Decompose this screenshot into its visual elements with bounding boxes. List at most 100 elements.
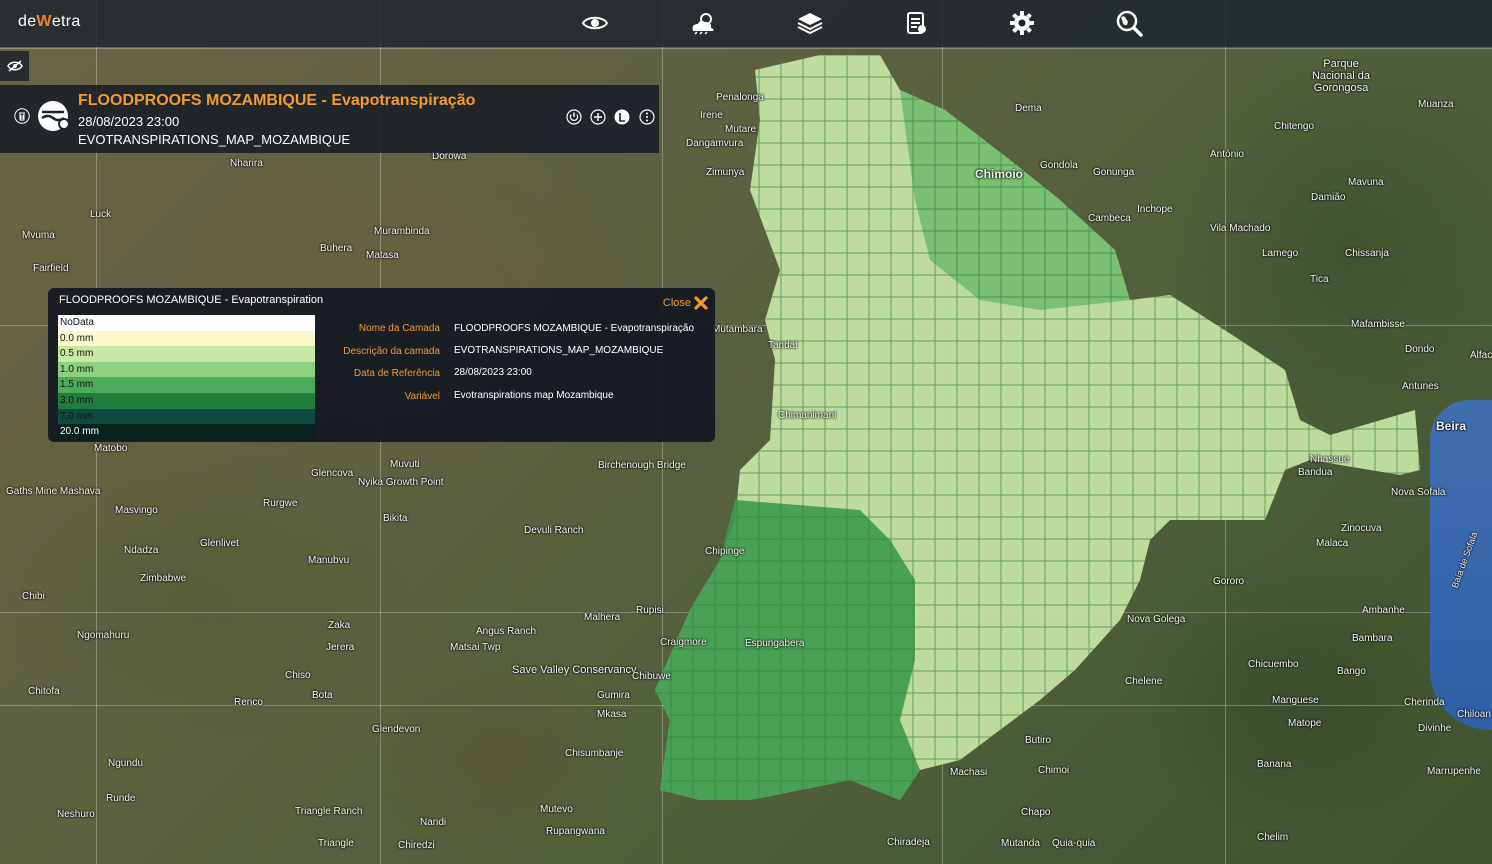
place-label: Mutare [725,124,757,135]
report-icon[interactable] [900,8,932,38]
toggle-panel-button[interactable] [0,51,29,81]
place-label: Chelene [1125,676,1163,687]
weather-icon[interactable] [687,8,719,38]
place-label: Damião [1311,192,1346,203]
place-label: Antunes [1402,381,1439,392]
app-logo[interactable]: deWetra [18,13,81,31]
gear-icon[interactable] [1006,8,1038,38]
place-label: Ambanhe [1362,605,1405,616]
field-value: EVOTRANSPIRATIONS_MAP_MOZAMBIQUE [454,345,664,356]
place-label: Muanza [1418,99,1454,110]
close-label: Close [662,297,691,309]
place-label: Zaka [328,620,351,631]
place-label: Chiso [285,670,311,681]
place-label: Cambeca [1088,213,1131,224]
place-label: Gondola [1040,160,1078,171]
layer-date: 28/08/2023 23:00 [78,114,180,129]
place-label: Tica [1310,274,1329,285]
place-label: Chitengo [1274,121,1315,132]
place-label: Ngomahuru [77,630,130,641]
place-label: Mvuma [22,230,55,241]
legend-scale-row: 0.0 mm [58,330,315,347]
place-label: Neshuro [57,809,95,820]
place-label: Chibuwe [632,671,671,682]
place-label: Chimanimani [778,410,837,421]
place-label: Ndadza [124,545,159,556]
place-label: Glencova [311,468,354,479]
place-label: Chicuembo [1248,659,1299,670]
place-label: Chiredzi [398,840,435,851]
field-label: Nome da Camada [358,323,440,334]
place-label: Nova Golega [1127,614,1186,625]
place-label: Save Valley Conservancy [512,664,637,676]
field-value: FLOODPROOFS MOZAMBIQUE - Evapotranspiraç… [454,323,695,334]
place-label: Runde [106,793,136,804]
place-label: Chibi [22,591,45,602]
place-label: Bambara [1352,633,1393,644]
place-label: Lamego [1262,248,1299,259]
legend-popup: FLOODPROOFS MOZAMBIQUE - Evapotranspirat… [48,288,715,442]
place-label: Bandua [1298,467,1333,478]
place-label: Parque Nacional da Gorongosa [1311,58,1371,94]
legend-title: FLOODPROOFS MOZAMBIQUE - Evapotranspirat… [59,294,324,306]
eye-icon[interactable] [579,8,611,38]
place-label: Chapo [1021,807,1051,818]
place-label: Chimoi [1038,765,1070,776]
power-icon[interactable] [566,109,582,125]
place-label: Mkasa [597,709,627,720]
trash-icon[interactable] [13,107,31,125]
place-label: Chitofa [28,686,60,697]
place-label: Matope [1288,718,1322,729]
active-layer-card: FLOODPROOFS MOZAMBIQUE - Evapotranspiraç… [0,85,659,153]
legend-icon[interactable] [614,109,630,125]
place-label: Masvingo [115,505,158,516]
place-label: Mafambisse [1351,319,1405,330]
globe-search-icon[interactable] [1113,8,1145,38]
place-label: Chisumbanje [565,748,624,759]
place-label: Angus Ranch [476,626,537,637]
place-label: Bota [312,690,333,701]
place-label: Matasa [366,250,399,261]
place-label: Craigmore [660,637,707,648]
place-label: Luck [90,209,112,220]
place-label: Zinocuva [1341,523,1382,534]
field-label: Descrição da camada [343,346,440,357]
place-label: Nharira [230,158,263,169]
place-label: Nova Sofala [1391,487,1446,498]
zoom-to-layer-icon[interactable] [590,109,606,125]
place-label: Manguese [1272,695,1319,706]
legend-scale-row: 1.5 mm [58,377,315,393]
layer-title: FLOODPROOFS MOZAMBIQUE - Evapotranspiraç… [78,92,476,109]
place-label: Mavuna [1348,177,1384,188]
close-icon [694,296,708,310]
more-options-icon[interactable] [639,109,655,125]
place-label: Rurgwe [263,498,298,509]
place-label: Mutambara [712,324,763,335]
place-label: Chiradeja [887,837,930,848]
legend-scale-row: 7.0 mm [58,408,315,425]
place-label: Murambinda [374,226,430,237]
place-label: Devuli Ranch [524,525,584,536]
place-label: Zimunya [706,167,745,178]
place-label: Glenlivet [200,538,239,549]
place-label: Rupisi [636,605,664,616]
place-label: Mutanda [1001,838,1040,849]
place-label: Chipinge [705,546,745,557]
place-label: Fairfield [33,263,69,274]
place-label: Dondo [1405,344,1435,355]
place-label: Glendevon [372,724,421,735]
place-label: Matsai Twp [450,642,501,653]
layers-icon[interactable] [794,8,826,38]
place-label: Chissanja [1345,248,1389,259]
place-label: Muvuti [390,459,420,470]
place-label: Divinhe [1418,723,1452,734]
place-label: Nandi [420,817,447,828]
close-button[interactable]: Close [663,295,709,311]
place-label: Espungabera [745,638,805,649]
place-label: Buhera [320,243,353,254]
field-label: Data de Referência [353,368,440,379]
place-label: Matobo [94,443,128,454]
place-label: Inchope [1137,204,1173,215]
place-label: Manubvu [308,555,350,566]
legend-scale-row: 1.0 mm [58,361,315,378]
